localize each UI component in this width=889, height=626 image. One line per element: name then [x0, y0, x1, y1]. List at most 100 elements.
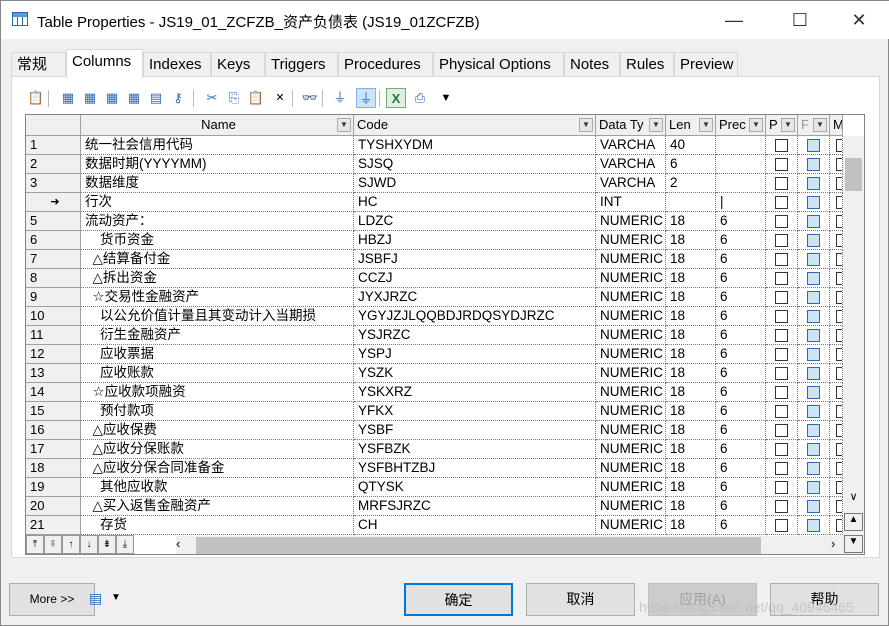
- table-row[interactable]: 12 应收票据 YSPJ NUMERIC 18 6: [26, 345, 843, 364]
- mandatory-checkbox[interactable]: [836, 272, 842, 285]
- name-cell[interactable]: △拆出资金: [81, 269, 354, 288]
- precision-cell[interactable]: |: [716, 193, 766, 212]
- tab-rules[interactable]: Rules: [620, 52, 674, 77]
- code-cell[interactable]: CH: [354, 516, 596, 535]
- print-icon[interactable]: ⎙: [410, 88, 430, 108]
- length-cell[interactable]: 18: [666, 307, 716, 326]
- copy-icon[interactable]: ⎘: [224, 88, 244, 108]
- table-row[interactable]: 11 衍生金融资产 YSJRZC NUMERIC 18 6: [26, 326, 843, 345]
- column-header-name[interactable]: Name ▼: [81, 115, 354, 136]
- mandatory-checkbox[interactable]: [836, 386, 842, 399]
- foreign-key-checkbox[interactable]: [807, 196, 820, 209]
- length-cell[interactable]: 18: [666, 364, 716, 383]
- primary-key-checkbox[interactable]: [775, 215, 788, 228]
- tab-triggers[interactable]: Triggers: [265, 52, 338, 77]
- primary-key-checkbox[interactable]: [775, 348, 788, 361]
- name-cell[interactable]: 统一社会信用代码: [81, 136, 354, 155]
- code-cell[interactable]: YGYJZJLQQBDJRDQSYDJRZC: [354, 307, 596, 326]
- table-row[interactable]: 19 其他应收款 QTYSK NUMERIC 18 6: [26, 478, 843, 497]
- datatype-cell[interactable]: INT: [596, 193, 666, 212]
- primary-key-checkbox[interactable]: [775, 329, 788, 342]
- length-cell[interactable]: 18: [666, 478, 716, 497]
- tab-physical-options[interactable]: Physical Options: [433, 52, 564, 77]
- foreign-key-checkbox[interactable]: [807, 481, 820, 494]
- name-cell[interactable]: 货币资金: [81, 231, 354, 250]
- name-cell[interactable]: ☆交易性金融资产: [81, 288, 354, 307]
- column-header-len[interactable]: Len ▼: [666, 115, 716, 136]
- precision-cell[interactable]: 6: [716, 516, 766, 535]
- document-icon[interactable]: ▤: [89, 590, 102, 607]
- foreign-key-checkbox[interactable]: [807, 462, 820, 475]
- table-row[interactable]: 7 △结算备付金 JSBFJ NUMERIC 18 6: [26, 250, 843, 269]
- primary-key-checkbox[interactable]: [775, 386, 788, 399]
- code-cell[interactable]: YSFBZK: [354, 440, 596, 459]
- code-cell[interactable]: SJWD: [354, 174, 596, 193]
- tab-notes[interactable]: Notes: [564, 52, 620, 77]
- code-cell[interactable]: YSZK: [354, 364, 596, 383]
- filter-dropdown-icon[interactable]: ▼: [337, 118, 351, 132]
- precision-cell[interactable]: 6: [716, 497, 766, 516]
- filter-dropdown-icon[interactable]: ▼: [699, 118, 713, 132]
- length-cell[interactable]: 18: [666, 383, 716, 402]
- dropdown-icon[interactable]: ▼: [111, 592, 121, 603]
- mandatory-checkbox[interactable]: [836, 500, 842, 513]
- table-row[interactable]: 1 统一社会信用代码 TYSHXYDM VARCHA 40: [26, 136, 843, 155]
- name-cell[interactable]: △买入返售金融资产: [81, 497, 354, 516]
- code-cell[interactable]: LDZC: [354, 212, 596, 231]
- tab-常规[interactable]: 常规: [11, 52, 66, 77]
- length-cell[interactable]: 6: [666, 155, 716, 174]
- dropdown-icon[interactable]: ▼: [436, 88, 456, 108]
- length-cell[interactable]: 18: [666, 421, 716, 440]
- precision-cell[interactable]: 6: [716, 269, 766, 288]
- primary-key-checkbox[interactable]: [775, 253, 788, 266]
- name-cell[interactable]: △应收分保账款: [81, 440, 354, 459]
- mandatory-checkbox[interactable]: [836, 367, 842, 380]
- apply-button[interactable]: 应用(A): [648, 583, 757, 616]
- mandatory-checkbox[interactable]: [836, 139, 842, 152]
- horizontal-scrollbar[interactable]: ‹ ›: [176, 536, 843, 554]
- excel-export-icon[interactable]: X: [386, 88, 406, 108]
- foreign-key-checkbox[interactable]: [807, 158, 820, 171]
- filter-dropdown-icon[interactable]: ▼: [749, 118, 763, 132]
- table-row[interactable]: 13 应收账款 YSZK NUMERIC 18 6: [26, 364, 843, 383]
- datatype-cell[interactable]: VARCHA: [596, 174, 666, 193]
- filter-dropdown-icon[interactable]: ▼: [813, 118, 827, 132]
- foreign-key-checkbox[interactable]: [807, 443, 820, 456]
- mandatory-checkbox[interactable]: [836, 310, 842, 323]
- name-cell[interactable]: △应收分保合同准备金: [81, 459, 354, 478]
- filter-icon[interactable]: ⏚: [330, 88, 350, 108]
- length-cell[interactable]: 2: [666, 174, 716, 193]
- table-row[interactable]: 16 △应收保费 YSBF NUMERIC 18 6: [26, 421, 843, 440]
- code-cell[interactable]: JSBFJ: [354, 250, 596, 269]
- name-cell[interactable]: 衍生金融资产: [81, 326, 354, 345]
- primary-key-checkbox[interactable]: [775, 272, 788, 285]
- table-row[interactable]: 15 预付款项 YFKX NUMERIC 18 6: [26, 402, 843, 421]
- primary-key-checkbox[interactable]: [775, 234, 788, 247]
- precision-cell[interactable]: 6: [716, 231, 766, 250]
- primary-key-checkbox[interactable]: [775, 367, 788, 380]
- name-cell[interactable]: 行次: [81, 193, 354, 212]
- code-cell[interactable]: HBZJ: [354, 231, 596, 250]
- datatype-cell[interactable]: NUMERIC: [596, 478, 666, 497]
- primary-key-checkbox[interactable]: [775, 443, 788, 456]
- mandatory-checkbox[interactable]: [836, 348, 842, 361]
- precision-cell[interactable]: 6: [716, 478, 766, 497]
- mandatory-checkbox[interactable]: [836, 481, 842, 494]
- primary-key-checkbox[interactable]: [775, 158, 788, 171]
- code-cell[interactable]: SJSQ: [354, 155, 596, 174]
- scroll-right-icon[interactable]: ›: [831, 536, 835, 551]
- filter-dropdown-icon[interactable]: ▼: [781, 118, 795, 132]
- mandatory-checkbox[interactable]: [836, 177, 842, 190]
- precision-cell[interactable]: 6: [716, 307, 766, 326]
- datatype-cell[interactable]: NUMERIC: [596, 440, 666, 459]
- length-cell[interactable]: 40: [666, 136, 716, 155]
- filter-active-icon[interactable]: ⏚: [356, 88, 376, 108]
- scroll-thumb[interactable]: [196, 537, 761, 554]
- table-row[interactable]: 20 △买入返售金融资产 MRFSJRZC NUMERIC 18 6: [26, 497, 843, 516]
- foreign-key-checkbox[interactable]: [807, 500, 820, 513]
- datatype-cell[interactable]: NUMERIC: [596, 421, 666, 440]
- ok-button[interactable]: 确定: [404, 583, 513, 616]
- tab-indexes[interactable]: Indexes: [143, 52, 211, 77]
- code-cell[interactable]: YFKX: [354, 402, 596, 421]
- length-cell[interactable]: 18: [666, 402, 716, 421]
